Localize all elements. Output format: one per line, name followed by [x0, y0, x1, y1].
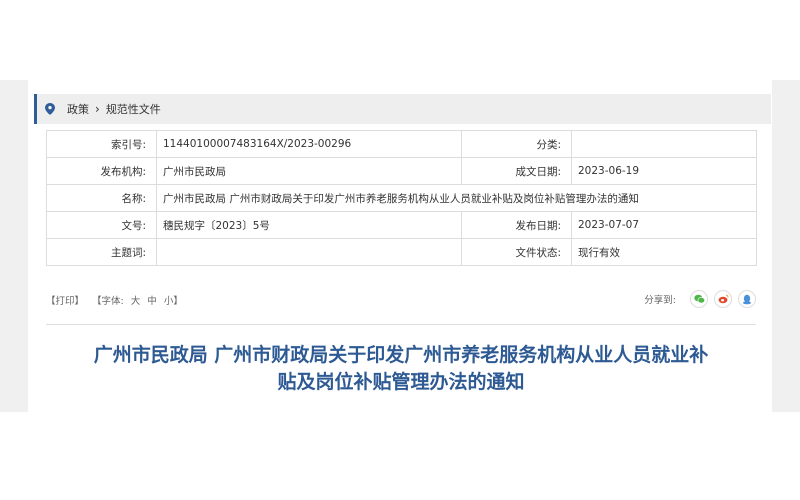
- font-size-small-button[interactable]: 小】: [164, 296, 183, 307]
- name-value: 广州市民政局 广州市财政局关于印发广州市养老服务机构从业人员就业补贴及岗位补贴管…: [156, 184, 757, 212]
- qq-icon: [743, 294, 751, 304]
- article-tools-bar: 【打印】 【字体: 大 中 小】 分享到:: [46, 290, 756, 310]
- publisher-label: 发布机构:: [46, 157, 157, 185]
- index-value: 11440100007483164X/2023-00296: [156, 130, 462, 158]
- location-pin-icon: [45, 103, 55, 115]
- table-row: 文号: 穗民规字〔2023〕5号 发布日期: 2023-07-07: [46, 211, 757, 239]
- document-title-line-1: 广州市民政局 广州市财政局关于印发广州市养老服务机构从业人员就业补: [93, 344, 709, 366]
- wechat-share-button[interactable]: [690, 290, 708, 308]
- section-divider: [46, 324, 756, 325]
- table-row: 索引号: 11440100007483164X/2023-00296 分类:: [46, 130, 757, 158]
- category-value: [571, 130, 757, 158]
- publish-date-label: 发布日期:: [461, 211, 572, 239]
- status-label: 文件状态:: [461, 238, 572, 266]
- font-size-medium-button[interactable]: 中: [147, 296, 157, 307]
- table-row: 主题词: 文件状态: 现行有效: [46, 238, 757, 266]
- name-label: 名称:: [46, 184, 157, 212]
- publisher-value: 广州市民政局: [156, 157, 462, 185]
- chevron-right-icon: ›: [95, 102, 100, 116]
- document-info-table: 索引号: 11440100007483164X/2023-00296 分类: 发…: [46, 130, 757, 266]
- share-bar: 分享到:: [644, 290, 756, 308]
- weibo-share-button[interactable]: [714, 290, 732, 308]
- font-size-prefix: 【字体:: [92, 296, 124, 307]
- qq-share-button[interactable]: [738, 290, 756, 308]
- status-value: 现行有效: [571, 238, 757, 266]
- breadcrumb: 政策 › 规范性文件: [34, 94, 771, 124]
- document-title-line-2: 贴及岗位补贴管理办法的通知: [277, 371, 525, 393]
- document-page: 政策 › 规范性文件 索引号: 11440100007483164X/2023-…: [28, 80, 772, 412]
- breadcrumb-policy-link[interactable]: 政策: [67, 101, 89, 117]
- publish-date-value: 2023-07-07: [571, 211, 757, 239]
- font-size-large-button[interactable]: 大: [131, 296, 141, 307]
- right-gray-band: [772, 80, 800, 412]
- left-gray-band: [0, 80, 28, 412]
- category-label: 分类:: [461, 130, 572, 158]
- table-row: 发布机构: 广州市民政局 成文日期: 2023-06-19: [46, 157, 757, 185]
- date-written-label: 成文日期:: [461, 157, 572, 185]
- subject-value: [156, 238, 462, 266]
- wechat-icon: [693, 294, 705, 304]
- weibo-icon: [718, 294, 728, 304]
- breadcrumb-normative-docs-link[interactable]: 规范性文件: [106, 101, 161, 117]
- doc-number-value: 穗民规字〔2023〕5号: [156, 211, 462, 239]
- date-written-value: 2023-06-19: [571, 157, 757, 185]
- index-label: 索引号:: [46, 130, 157, 158]
- doc-number-label: 文号:: [46, 211, 157, 239]
- font-size-selector: 【字体: 大 中 小】: [92, 293, 183, 307]
- share-label: 分享到:: [644, 295, 676, 306]
- table-row: 名称: 广州市民政局 广州市财政局关于印发广州市养老服务机构从业人员就业补贴及岗…: [46, 184, 757, 212]
- subject-label: 主题词:: [46, 238, 157, 266]
- document-title: 广州市民政局 广州市财政局关于印发广州市养老服务机构从业人员就业补 贴及岗位补贴…: [46, 342, 756, 396]
- print-button[interactable]: 【打印】: [46, 293, 84, 307]
